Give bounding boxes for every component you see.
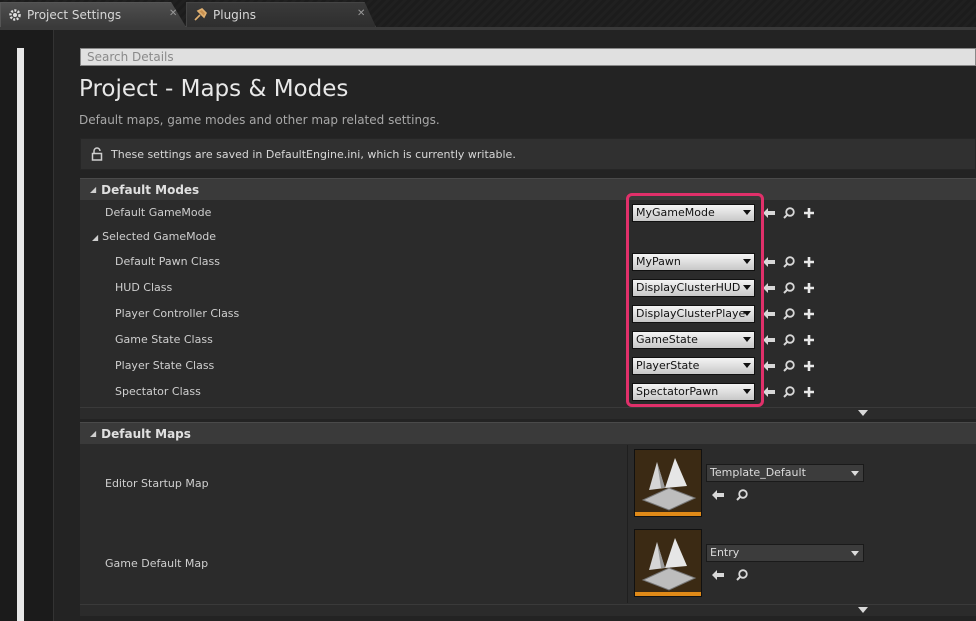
map-row-icons [710,487,750,503]
row-editor-startup-map: Editor Startup Map Template_Default [80,444,976,524]
property-label: Default Pawn Class [115,255,220,268]
property-label: Spectator Class [115,385,201,398]
row-default-gamemode: Default GameMode MyGameMode [80,200,976,226]
tab-bar: Project Settings ✕ Plugins ✕ [0,0,976,27]
property-row: Default Pawn Class MyPawn [80,249,976,275]
map-thumbnail[interactable] [634,449,702,517]
thumbnail-bar [635,592,701,596]
tab-project-settings[interactable]: Project Settings ✕ [0,2,186,27]
section-default-maps[interactable]: ◢ Default Maps [80,422,976,444]
row-icons [761,205,817,221]
property-label: Player Controller Class [115,307,240,320]
property-label: Game State Class [115,333,213,346]
row-icons [761,280,817,296]
notice-text: These settings are saved in DefaultEngin… [111,147,516,161]
collapse-triangle-icon[interactable]: ◢ [90,429,96,438]
browse-search-icon[interactable] [781,384,797,400]
browse-search-icon[interactable] [734,487,750,503]
tab-plugins[interactable]: Plugins ✕ [186,2,376,27]
add-plus-icon[interactable] [801,358,817,374]
close-icon[interactable]: ✕ [169,8,177,19]
chevron-down-icon [851,551,859,556]
add-plus-icon[interactable] [801,280,817,296]
page-subtitle: Default maps, game modes and other map r… [79,113,440,127]
add-plus-icon[interactable] [801,205,817,221]
gear-icon [7,7,23,23]
row-icons [761,254,817,270]
browse-search-icon[interactable] [781,332,797,348]
config-notice: These settings are saved in DefaultEngin… [80,138,976,170]
category-scrollbar[interactable] [17,48,24,621]
expand-arrow-icon[interactable] [858,607,868,613]
property-label: Editor Startup Map [105,477,209,490]
property-row: Player State Class PlayerState [80,353,976,379]
tab-label: Project Settings [27,8,122,22]
row-icons [761,358,817,374]
row-icons [761,332,817,348]
browse-search-icon[interactable] [781,306,797,322]
add-plus-icon[interactable] [801,306,817,322]
close-icon[interactable]: ✕ [357,8,365,19]
map-thumbnail[interactable] [634,529,702,597]
chevron-down-icon [851,471,859,476]
row-icons [761,306,817,322]
unlock-icon [91,147,103,161]
property-label: Default GameMode [105,206,212,219]
page-title: Project - Maps & Modes [79,76,349,102]
map-asset-icon [641,538,697,591]
collapse-triangle-icon[interactable]: ◢ [90,185,96,194]
column-divider[interactable] [627,445,628,603]
browse-search-icon[interactable] [781,358,797,374]
advanced-expander[interactable] [80,407,976,419]
highlight-box [626,193,764,407]
property-label: Selected GameMode [102,230,217,243]
game-default-map-combo[interactable]: Entry [706,544,864,562]
browse-search-icon[interactable] [781,205,797,221]
section-default-modes[interactable]: ◢ Default Modes [80,178,976,200]
property-row: Player Controller Class DisplayClusterPla… [80,301,976,327]
property-row: HUD Class DisplayClusterHUD [80,275,976,301]
add-plus-icon[interactable] [801,384,817,400]
use-selected-arrow-icon[interactable] [710,567,726,583]
map-asset-icon [641,458,697,511]
thumbnail-bar [635,512,701,516]
left-panel [0,30,54,621]
use-selected-arrow-icon[interactable] [710,487,726,503]
advanced-expander[interactable] [80,604,976,616]
browse-search-icon[interactable] [734,567,750,583]
expand-arrow-icon[interactable] [858,410,868,416]
row-icons [761,384,817,400]
property-label: Player State Class [115,359,215,372]
search-input[interactable]: Search Details [80,48,976,66]
collapse-triangle-icon[interactable]: ◢ [92,233,98,242]
property-row: Game State Class GameState [80,327,976,353]
browse-search-icon[interactable] [781,254,797,270]
row-game-default-map: Game Default Map Entry [80,524,976,604]
editor-startup-map-combo[interactable]: Template_Default [706,464,864,482]
property-label: HUD Class [115,281,173,294]
property-label: Game Default Map [105,557,209,570]
add-plus-icon[interactable] [801,332,817,348]
tab-label: Plugins [213,8,256,22]
property-row: Spectator Class SpectatorPawn [80,379,976,405]
plug-icon [193,7,209,23]
browse-search-icon[interactable] [781,280,797,296]
map-row-icons [710,567,750,583]
row-selected-gamemode[interactable]: ◢ Selected GameMode [80,224,976,250]
add-plus-icon[interactable] [801,254,817,270]
